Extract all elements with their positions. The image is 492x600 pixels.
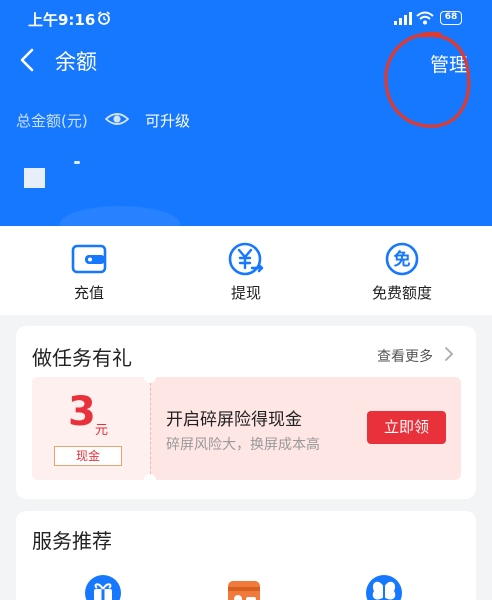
balance-header: 上午9:16 68 余额 管理 总金额(元) 可升级 [0,0,492,226]
hidden-amount [24,168,45,188]
total-amount-label: 总金额(元) [16,112,88,130]
reward-value: 3 [68,389,96,435]
status-bar: 上午9:16 68 [0,0,492,36]
gift-icon[interactable] [83,573,123,600]
amount-dot [74,161,80,164]
yuan-transfer-icon [228,242,264,276]
eye-icon[interactable] [105,110,129,128]
back-arrow-icon[interactable] [18,48,38,72]
service-title: 服务推荐 [32,529,112,553]
quick-actions: 充值 提现 免 免费额度 [0,226,492,315]
see-more-link[interactable]: 查看更多 [377,346,433,366]
task-title: 开启碎屏险得现金 [166,410,302,430]
action-recharge[interactable]: 充值 [29,242,149,303]
manage-button[interactable]: 管理 [430,50,468,77]
task-card-title: 做任务有礼 [32,346,132,370]
butterfly-icon[interactable] [364,573,404,600]
reward-panel: 3 元 现金 [32,377,150,480]
reward-tag: 现金 [54,446,122,466]
upgrade-link[interactable]: 可升级 [145,110,190,131]
chevron-right-icon[interactable] [443,345,455,363]
alarm-icon [98,11,110,25]
wallet-icon [71,244,107,274]
signal-icon [394,12,412,25]
action-free-quota[interactable]: 免 免费额度 [342,242,462,303]
reward-unit: 元 [95,423,109,438]
free-icon: 免 [385,242,419,276]
header-decoration [60,206,180,226]
page-title: 余额 [55,50,97,74]
wifi-icon [416,11,434,25]
battery-indicator: 68 [440,11,462,25]
status-time: 上午9:16 [28,11,96,29]
red-annotation-circle [384,31,471,128]
claim-button[interactable]: 立即领 [367,411,446,444]
action-label: 充值 [73,284,104,302]
coupon-notch [144,474,156,480]
coupon-divider [150,383,151,474]
card-wallet-icon[interactable] [224,573,264,600]
task-subtitle: 碎屏风险大，换屏成本高 [166,437,320,453]
task-banner[interactable]: 3 元 现金 开启碎屏险得现金 碎屏风险大，换屏成本高 立即领 [32,377,461,480]
task-card: 做任务有礼 查看更多 3 元 现金 开启碎屏险得现金 碎屏风险大，换屏成本高 立… [16,326,476,499]
action-withdraw[interactable]: 提现 [186,242,306,303]
service-recommendations: 服务推荐 [16,511,476,600]
svg-text:免: 免 [394,249,411,270]
action-label: 免费额度 [371,284,432,302]
action-label: 提现 [230,284,261,302]
